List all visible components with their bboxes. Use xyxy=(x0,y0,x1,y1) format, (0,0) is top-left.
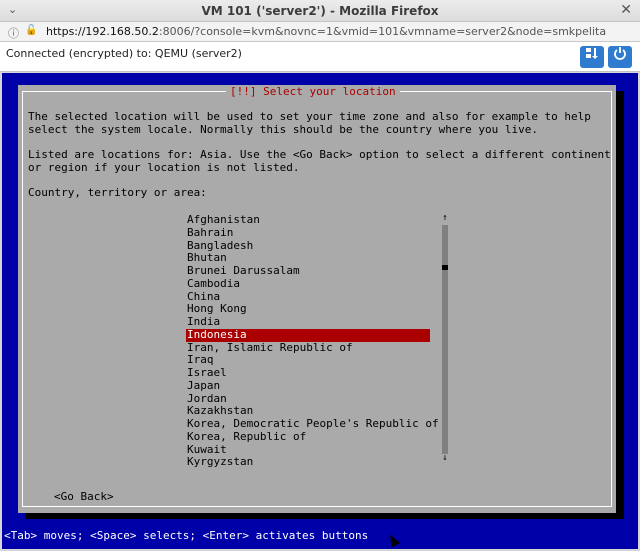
select-location-dialog: [!!] Select your location The selected l… xyxy=(18,85,616,513)
country-item[interactable]: Afghanistan xyxy=(186,213,430,227)
country-item[interactable]: Bahrain xyxy=(186,226,430,240)
url-text[interactable]: https://192.168.50.2:8006/?console=kvm&n… xyxy=(46,25,606,38)
scrollbar-thumb[interactable] xyxy=(442,265,448,270)
address-bar[interactable]: ⓘ 🔓 https://192.168.50.2:8006/?console=k… xyxy=(0,22,640,42)
scrollbar-track[interactable] xyxy=(442,225,448,454)
country-item[interactable]: Israel xyxy=(186,366,430,380)
country-item[interactable]: Japan xyxy=(186,379,430,393)
instructions-line: Listed are locations for: Asia. Use the … xyxy=(28,148,611,161)
power-button[interactable] xyxy=(608,46,632,68)
keyboard-hint: <Tab> moves; <Space> selects; <Enter> ac… xyxy=(4,529,369,542)
window-titlebar: ⌄ VM 101 ('server2') - Mozilla Firefox ✕ xyxy=(0,0,640,22)
url-host: https://192.168.50.2 xyxy=(46,25,159,38)
info-icon[interactable]: ⓘ xyxy=(8,25,19,41)
country-item[interactable]: Kyrgyzstan xyxy=(186,455,430,469)
connection-status: Connected (encrypted) to: QEMU (server2) xyxy=(6,47,242,60)
vm-console[interactable]: [!!] Select your location The selected l… xyxy=(2,73,638,549)
country-item[interactable]: Hong Kong xyxy=(186,302,430,316)
list-scrollbar[interactable]: ↑ ↓ xyxy=(441,214,449,464)
scroll-up-arrow-icon[interactable]: ↑ xyxy=(441,214,449,223)
dialog-title: [!!] Select your location xyxy=(226,85,400,99)
power-icon xyxy=(614,47,626,60)
send-keys-button[interactable] xyxy=(580,46,604,68)
country-item[interactable]: Iran, Islamic Republic of xyxy=(186,341,430,355)
novnc-toolbar: Connected (encrypted) to: QEMU (server2) xyxy=(0,42,640,72)
country-item[interactable]: Korea, Republic of xyxy=(186,430,430,444)
url-path: :8006/?console=kvm&novnc=1&vmid=101&vmna… xyxy=(158,25,607,38)
country-prompt: Country, territory or area: xyxy=(28,186,207,199)
mouse-pointer-icon xyxy=(385,532,401,548)
country-item[interactable]: Korea, Democratic People's Republic of xyxy=(186,417,439,431)
country-list[interactable]: Afghanistan Bahrain Bangladesh Bhutan Brunei… xyxy=(186,213,439,469)
close-icon[interactable]: ✕ xyxy=(620,2,632,18)
keyboard-send-icon xyxy=(586,48,598,59)
description-line: select the system locale. Normally this … xyxy=(28,122,538,136)
country-item[interactable]: Cambodia xyxy=(186,277,430,291)
go-back-button[interactable]: <Go Back> xyxy=(54,490,114,504)
country-item-selected[interactable]: Indonesia xyxy=(186,328,430,342)
country-item[interactable]: Brunei Darussalam xyxy=(186,264,430,278)
window-title: VM 101 ('server2') - Mozilla Firefox xyxy=(201,4,439,18)
country-item[interactable]: India xyxy=(186,315,430,329)
description-line: The selected location will be used to se… xyxy=(28,110,591,123)
instructions-line: or region if your location is not listed… xyxy=(28,160,300,174)
scroll-down-arrow-icon[interactable]: ↓ xyxy=(441,454,449,463)
instructions-paragraph: Listed are locations for: Asia. Use the … xyxy=(28,148,611,174)
insecure-lock-icon[interactable]: 🔓 xyxy=(25,25,37,36)
description-paragraph: The selected location will be used to se… xyxy=(28,110,591,136)
